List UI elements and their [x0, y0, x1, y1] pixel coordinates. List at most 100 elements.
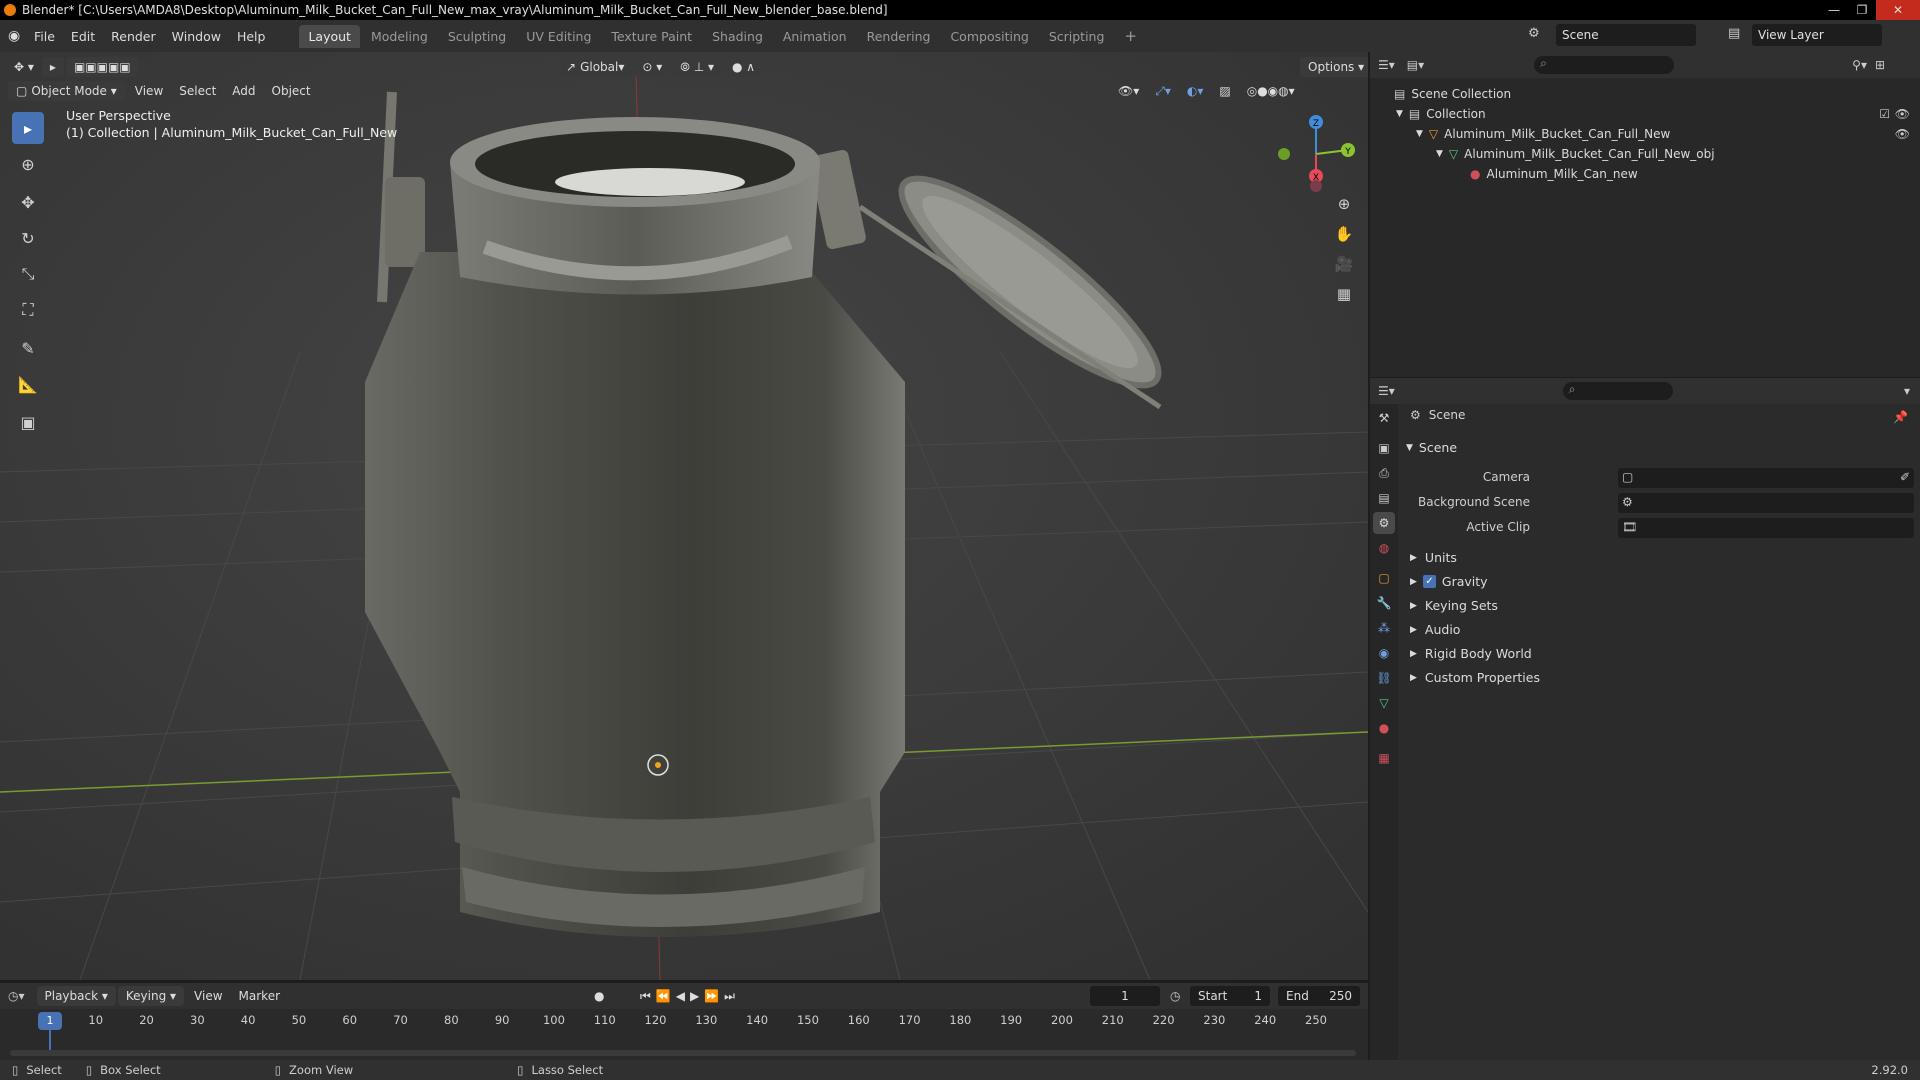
outliner-editor-icon[interactable]: ☰▾: [1378, 58, 1395, 72]
select-mode-icon[interactable]: ▸: [41, 57, 64, 77]
annotate-tool-icon[interactable]: ✎: [12, 332, 44, 364]
properties-search-input[interactable]: ⌕: [1562, 382, 1673, 400]
viewport-menu-view[interactable]: View: [127, 82, 171, 100]
menu-help[interactable]: Help: [229, 29, 274, 44]
custom-properties-section[interactable]: ▶ Custom Properties: [1410, 670, 1540, 685]
playback-controls[interactable]: ⏮⏪◀▶⏩⏭: [640, 989, 740, 1004]
close-icon[interactable]: ✕: [1876, 0, 1920, 20]
checkbox-icon[interactable]: ☑: [1879, 107, 1890, 121]
timeline-scrollbar[interactable]: [10, 1050, 1356, 1056]
scene-selector-icon[interactable]: ⚙: [1528, 26, 1540, 41]
move-tool-icon[interactable]: ✥: [12, 186, 44, 218]
camera-view-icon[interactable]: 🎥: [1330, 250, 1358, 278]
display-mode-icon[interactable]: ▤▾: [1407, 58, 1424, 72]
units-section[interactable]: ▶ Units: [1410, 550, 1457, 565]
particles-tab-icon[interactable]: ⁂: [1373, 617, 1395, 639]
box-select-modes-icon[interactable]: ▣▣▣▣▣: [65, 57, 139, 77]
expand-arrow-icon[interactable]: ▼: [1396, 109, 1403, 119]
add-cube-tool-icon[interactable]: ▣: [12, 406, 44, 438]
outliner-row-material[interactable]: ● Aluminum_Milk_Can_new: [1370, 164, 1920, 184]
zoom-icon[interactable]: ⊕: [1330, 190, 1358, 218]
timeline-marker-menu[interactable]: Marker: [231, 987, 288, 1005]
gravity-checkbox[interactable]: ✓: [1422, 575, 1436, 588]
timeline-editor-icon[interactable]: ◷▾: [8, 989, 25, 1003]
add-workspace-icon[interactable]: +: [1115, 23, 1146, 49]
timeline-view-menu[interactable]: View: [186, 987, 230, 1005]
tab-uv-editing[interactable]: UV Editing: [517, 25, 600, 48]
background-scene-field[interactable]: ⚙: [1618, 493, 1914, 513]
tab-texture-paint[interactable]: Texture Paint: [602, 25, 701, 48]
xray-toggle-icon[interactable]: ▨: [1211, 82, 1238, 100]
properties-editor-icon[interactable]: ☰▾: [1378, 384, 1395, 398]
end-frame-field[interactable]: End 250: [1278, 986, 1360, 1006]
proportional-edit-icon[interactable]: ● ∧: [724, 57, 764, 77]
eye-icon[interactable]: 👁: [1895, 107, 1910, 121]
tab-rendering[interactable]: Rendering: [858, 25, 940, 48]
select-box-tool-icon[interactable]: ▸: [12, 112, 44, 144]
constraints-tab-icon[interactable]: ⛓: [1373, 667, 1395, 689]
options-dropdown[interactable]: Options ▾: [1300, 57, 1368, 77]
overlay-toggle-icon[interactable]: ◐▾: [1179, 82, 1212, 100]
tab-animation[interactable]: Animation: [774, 25, 856, 48]
outliner-search-input[interactable]: ⌕: [1534, 56, 1675, 74]
pin-icon[interactable]: 📌: [1893, 410, 1908, 424]
scene-selector[interactable]: Scene: [1556, 24, 1696, 46]
current-frame-field[interactable]: 1: [1090, 986, 1160, 1006]
pan-hand-icon[interactable]: ✋: [1330, 220, 1358, 248]
viewport-menu-select[interactable]: Select: [171, 82, 224, 100]
start-frame-field[interactable]: Start 1: [1190, 986, 1270, 1006]
snap-icon[interactable]: ⦾ ⊥ ▾: [672, 57, 722, 77]
scale-tool-icon[interactable]: ⤡: [12, 258, 44, 290]
view-layer-selector[interactable]: View Layer: [1752, 24, 1882, 46]
blender-menu-icon[interactable]: ◉: [8, 28, 26, 44]
tab-compositing[interactable]: Compositing: [941, 25, 1037, 48]
keying-sets-section[interactable]: ▶ Keying Sets: [1410, 598, 1498, 613]
viewport-menu-object[interactable]: Object: [264, 82, 319, 100]
physics-tab-icon[interactable]: ◉: [1373, 642, 1395, 664]
gravity-section[interactable]: ▶ ✓ Gravity: [1410, 574, 1488, 589]
view-layer-icon[interactable]: ▤: [1728, 26, 1740, 41]
transform-tool-icon[interactable]: ⛶: [12, 294, 44, 326]
render-tab-icon[interactable]: ▣: [1373, 437, 1395, 459]
outliner-row-mesh[interactable]: ▼ ▽ Aluminum_Milk_Bucket_Can_Full_New_ob…: [1370, 144, 1920, 164]
gizmo-toggle-icon[interactable]: ⤢▾: [1147, 82, 1179, 101]
audio-section[interactable]: ▶ Audio: [1410, 622, 1460, 637]
expand-arrow-icon[interactable]: ▼: [1416, 129, 1423, 139]
filter-icon[interactable]: ⚲▾: [1852, 58, 1867, 72]
tab-sculpting[interactable]: Sculpting: [439, 25, 515, 48]
material-tab-icon[interactable]: ●: [1373, 717, 1395, 739]
pivot-point-icon[interactable]: ⊙ ▾: [634, 57, 671, 77]
chevron-down-icon[interactable]: ▾: [1904, 384, 1910, 398]
record-icon[interactable]: ●: [594, 989, 604, 1003]
viewport-menu-add[interactable]: Add: [224, 82, 263, 100]
menu-window[interactable]: Window: [164, 29, 229, 44]
keying-menu[interactable]: Keying ▾: [117, 986, 185, 1006]
camera-field[interactable]: ▢ ✐: [1618, 468, 1914, 488]
transform-orientation-dropdown[interactable]: ↗ Global ▾: [558, 57, 633, 77]
menu-edit[interactable]: Edit: [63, 29, 103, 44]
tab-shading[interactable]: Shading: [703, 25, 772, 48]
maximize-icon[interactable]: ❐: [1848, 0, 1876, 20]
data-tab-icon[interactable]: ▽: [1373, 692, 1395, 714]
new-collection-icon[interactable]: ⊞: [1875, 58, 1885, 72]
object-tab-icon[interactable]: ▢: [1373, 567, 1395, 589]
visibility-icon[interactable]: 👁▾: [1110, 82, 1147, 100]
expand-arrow-icon[interactable]: ▼: [1436, 149, 1443, 159]
ortho-grid-icon[interactable]: ▦: [1330, 280, 1358, 308]
playback-menu[interactable]: Playback ▾: [36, 986, 116, 1006]
tab-scripting[interactable]: Scripting: [1040, 25, 1114, 48]
minimize-icon[interactable]: —: [1820, 0, 1848, 20]
outliner-row-object[interactable]: ▼ ▽ Aluminum_Milk_Bucket_Can_Full_New 👁: [1370, 124, 1920, 144]
rigid-body-world-section[interactable]: ▶ Rigid Body World: [1410, 646, 1532, 661]
tool-tab-icon[interactable]: ⚒: [1373, 407, 1395, 429]
outliner-row-collection[interactable]: ▼ ▤ Collection ☑ 👁: [1370, 104, 1920, 124]
outliner-scene-collection[interactable]: ▤ Scene Collection: [1370, 84, 1920, 104]
scene-panel-header[interactable]: ▼ Scene: [1406, 440, 1457, 455]
eye-icon[interactable]: 👁: [1895, 127, 1910, 141]
editor-type-icon[interactable]: ✥ ▾: [6, 58, 42, 76]
tab-modeling[interactable]: Modeling: [362, 25, 437, 48]
menu-file[interactable]: File: [26, 29, 63, 44]
cursor-tool-icon[interactable]: ⊕: [12, 148, 44, 180]
modifier-tab-icon[interactable]: 🔧: [1373, 592, 1395, 614]
eyedropper-icon[interactable]: ✐: [1900, 470, 1910, 484]
